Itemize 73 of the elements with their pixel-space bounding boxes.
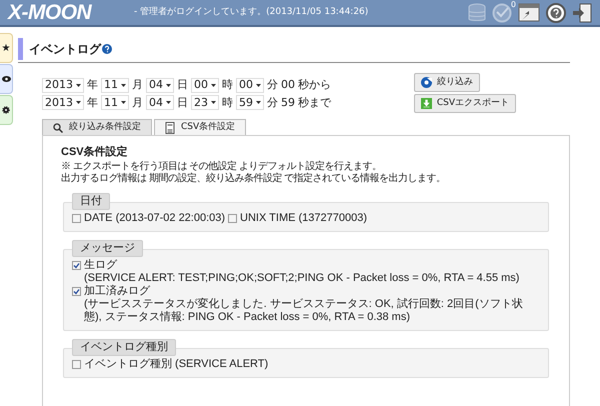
unit-label: 日 <box>177 94 188 110</box>
logout-icon[interactable] <box>572 2 592 22</box>
unit-label: 月 <box>132 77 143 93</box>
caret-icon <box>256 101 261 104</box>
option-label: イベントログ種別 (SERVICE ALERT) <box>84 358 268 370</box>
eye-tab[interactable] <box>0 64 13 94</box>
download-icon <box>420 98 432 109</box>
option-label: UNIX TIME (1372770003) <box>240 212 368 224</box>
unit-label: 年 <box>87 77 98 93</box>
section-legend: 日付 <box>72 192 110 210</box>
note-text: ※ エクスポートを行う項目は その他設定 よりデフォルト設定を行えます。 <box>61 160 382 172</box>
caret-icon <box>211 84 216 87</box>
login-message: - 管理者がログインしています。(2013/11/05 13:44:26) <box>134 6 368 19</box>
star-tab[interactable]: ★ <box>0 33 13 63</box>
unit-label: 日 <box>177 77 188 93</box>
help-icon[interactable] <box>546 2 566 22</box>
dropdown[interactable]: 11 <box>101 95 129 110</box>
gear-icon <box>2 106 10 114</box>
gear-tab[interactable] <box>0 95 13 125</box>
caret-icon <box>121 101 126 104</box>
caret-icon <box>211 101 216 104</box>
dropdown[interactable]: 59 <box>236 95 264 110</box>
dropdown[interactable]: 04 <box>146 78 174 93</box>
tab[interactable]: CSV条件設定 <box>154 119 246 135</box>
option-detail: (SERVICE ALERT: TEST;PING;OK;SOFT;2;PING OK - Packet loss = 0%, RTA = 4.55 ms) <box>83 272 520 284</box>
dropdown[interactable]: 2013 <box>42 78 84 93</box>
caret-icon <box>121 84 126 87</box>
document-icon <box>165 122 175 134</box>
caret-icon <box>76 84 81 87</box>
dropdown[interactable]: 04 <box>146 95 174 110</box>
title-accent <box>18 38 23 60</box>
unit-label: 時 <box>222 77 233 93</box>
download-button[interactable]: CSVエクスポート <box>414 94 516 113</box>
help-icon[interactable] <box>102 44 112 54</box>
logo: X-MOON <box>8 0 93 26</box>
count-label: 0 <box>510 0 516 10</box>
section-legend: メッセージ <box>72 240 143 256</box>
dropdown[interactable]: 23 <box>191 95 219 110</box>
eye-icon <box>2 76 10 82</box>
checkbox[interactable] <box>228 214 238 222</box>
option-label: 加工済みログ <box>84 284 150 298</box>
panel-title: CSV条件設定 <box>61 144 129 160</box>
checkbox[interactable] <box>72 260 81 270</box>
unit-label: 年 <box>87 94 98 110</box>
range-suffix: 秒まで <box>298 94 331 110</box>
option-label: DATE (2013-07-02 22:00:03) <box>84 212 226 224</box>
seconds-value: 59 <box>281 94 295 110</box>
dropdown[interactable]: 00 <box>191 78 219 93</box>
section-legend: イベントログ種別 <box>72 338 176 356</box>
checkbox[interactable] <box>72 360 81 368</box>
range-suffix: 秒から <box>298 77 331 93</box>
option-detail: (サービスステータスが変化しました. サービスステータス: OK, 試行回数: 2回目(ソフト状態), ステータス情報: PING OK - Packet loss = 0%, RTA = 0.38 ms) <box>83 298 524 324</box>
tab[interactable]: 絞り込み条件設定 <box>42 119 152 135</box>
dropdown[interactable]: 2013 <box>42 95 84 110</box>
caret-icon <box>166 101 171 104</box>
unit-label: 分 <box>267 77 278 93</box>
unit-label: 時 <box>222 94 233 110</box>
unit-label: 分 <box>267 94 278 110</box>
dropdown[interactable]: 11 <box>101 78 129 93</box>
seconds-value: 00 <box>281 77 295 93</box>
caret-icon <box>76 101 81 104</box>
note-text: 出力するログ情報は 期間の設定、絞り込み条件設定 で指定されている情報を出力します。 <box>61 172 447 184</box>
refresh-button[interactable]: 絞り込み <box>414 73 480 92</box>
search-icon <box>53 122 63 132</box>
checkbox[interactable] <box>72 286 81 296</box>
checkbox[interactable] <box>72 214 81 222</box>
dropdown[interactable]: 00 <box>236 78 264 93</box>
unit-label: 月 <box>132 94 143 110</box>
caret-icon <box>166 84 171 87</box>
caret-icon <box>256 84 261 87</box>
option-label: 生ログ <box>84 258 117 272</box>
refresh-icon <box>420 77 432 88</box>
page-title: イベントログ <box>29 40 101 58</box>
